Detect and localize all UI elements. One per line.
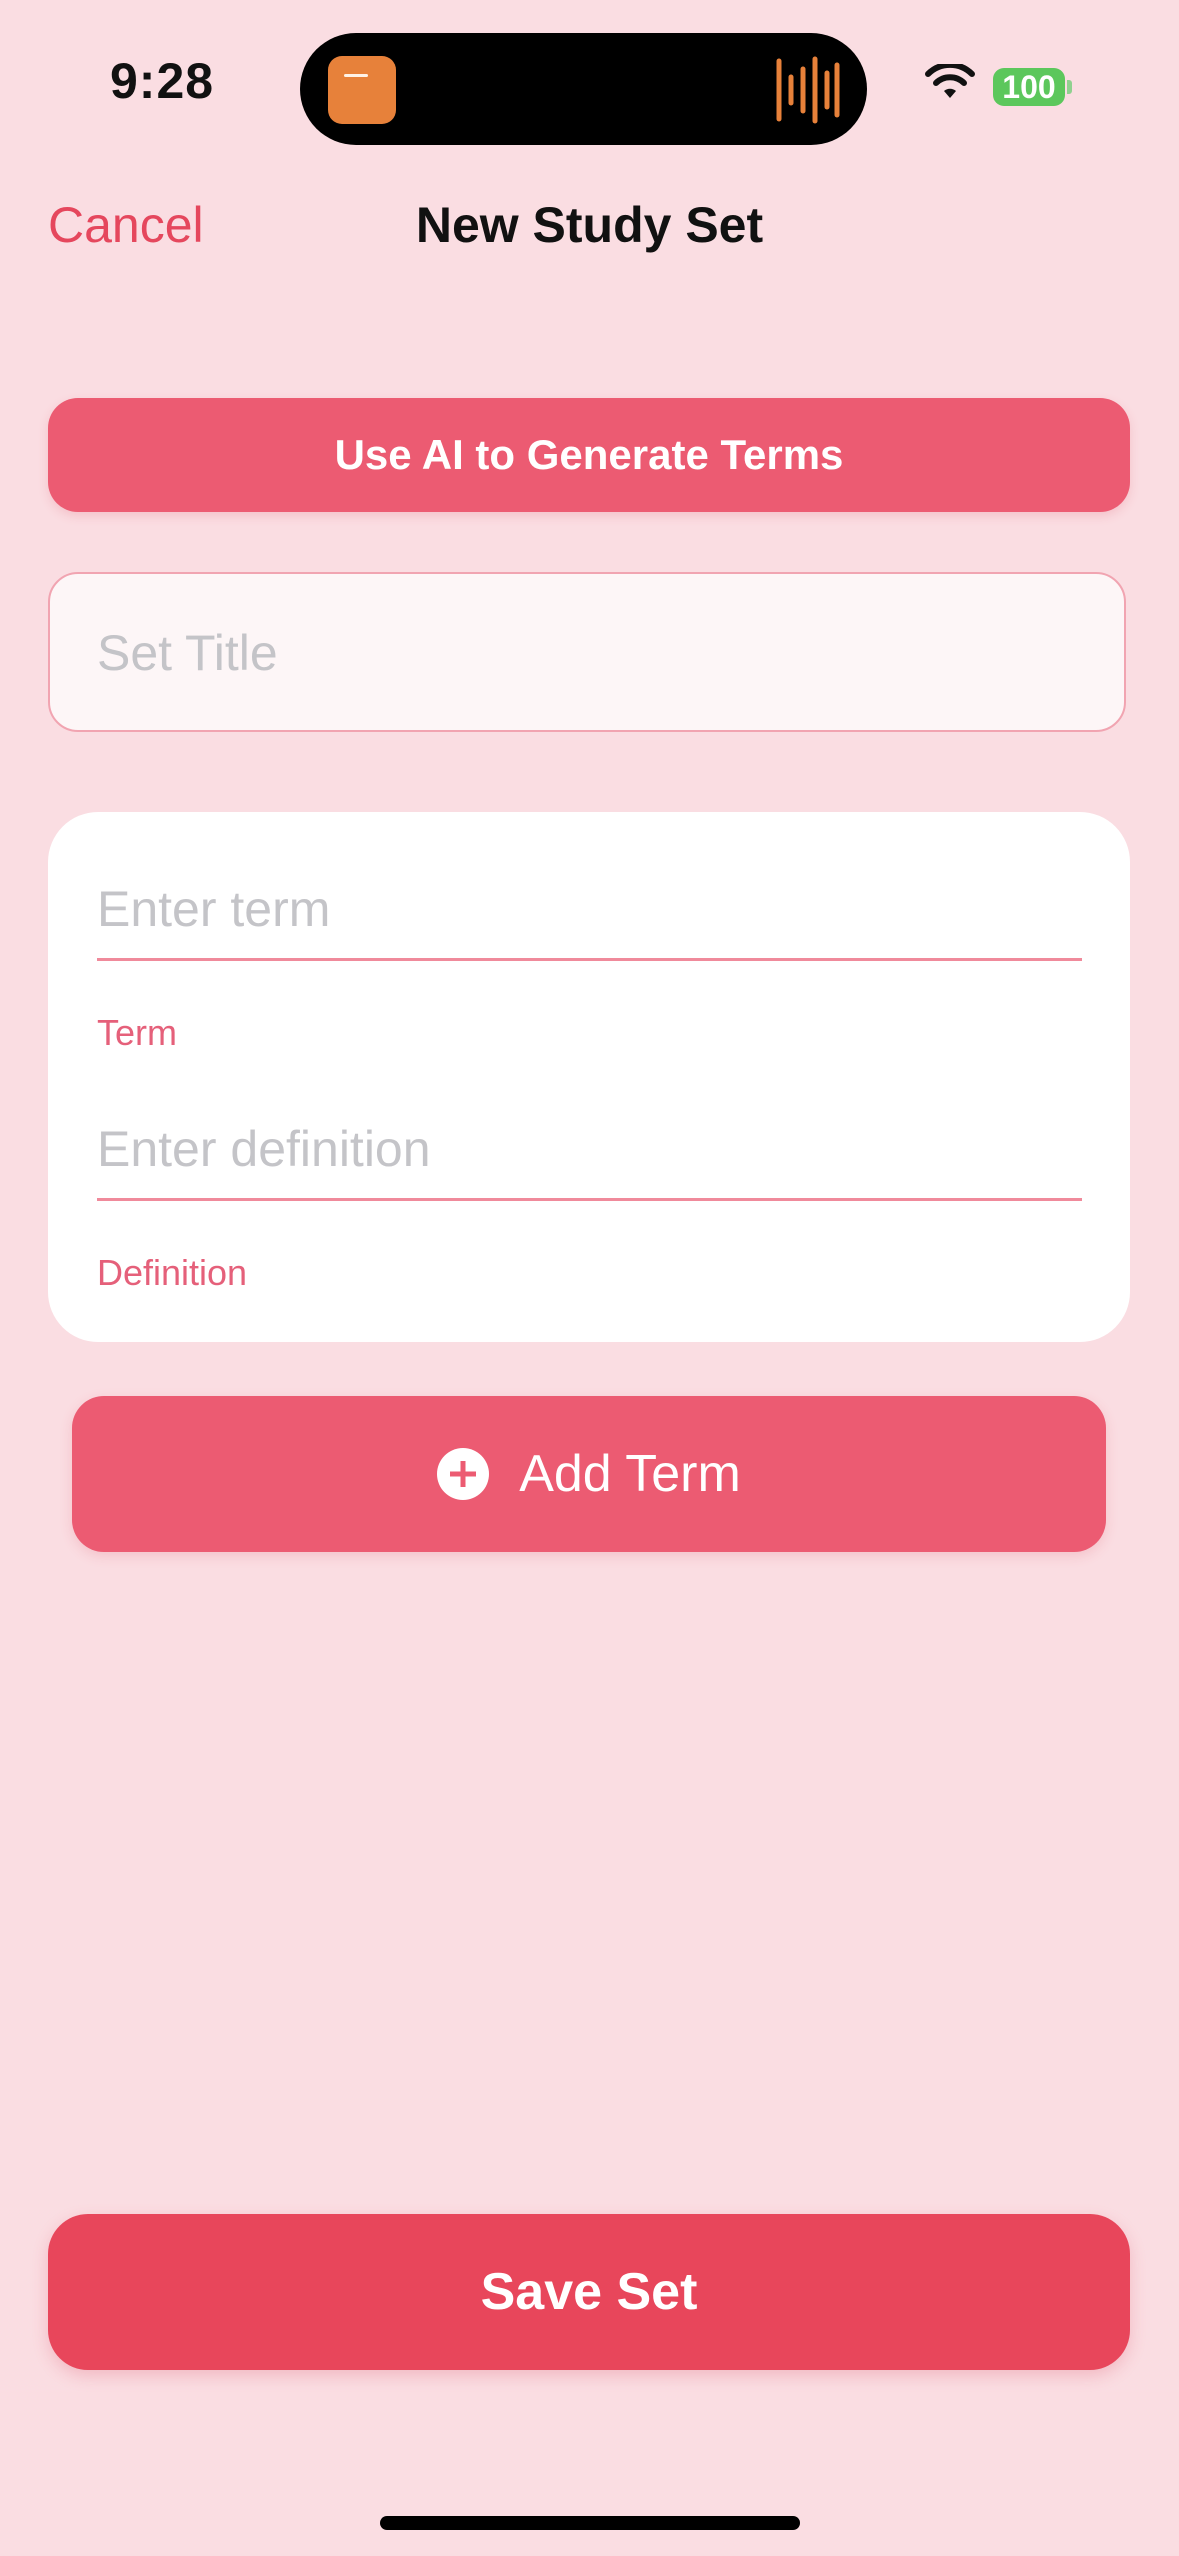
live-activity-app-icon [328,56,396,124]
definition-label: Definition [97,1252,248,1293]
set-title-placeholder: Set Title [97,625,278,681]
term-underline [97,958,1082,961]
plus-circle-icon [437,1448,490,1500]
status-time: 9:28 [110,53,215,109]
save-set-button[interactable]: Save Set [48,2214,1130,2370]
definition-input[interactable]: Enter definition [97,1120,431,1178]
audio-waveform-icon [776,56,840,124]
ai-generate-terms-label: Use AI to Generate Terms [334,431,844,478]
add-term-label: Add Term [519,1445,741,1503]
ai-generate-terms-button[interactable]: Use AI to Generate Terms [48,398,1130,512]
home-indicator[interactable] [380,2516,800,2530]
battery-tip [1067,80,1072,94]
term-input[interactable]: Enter term [97,880,330,938]
definition-underline [97,1198,1082,1201]
battery-icon: 100 [993,68,1065,106]
save-set-label: Save Set [480,2263,698,2321]
page-title: New Study Set [415,197,764,253]
add-term-button[interactable]: Add Term [72,1396,1106,1552]
term-label: Term [97,1012,177,1053]
wifi-icon [925,64,975,98]
